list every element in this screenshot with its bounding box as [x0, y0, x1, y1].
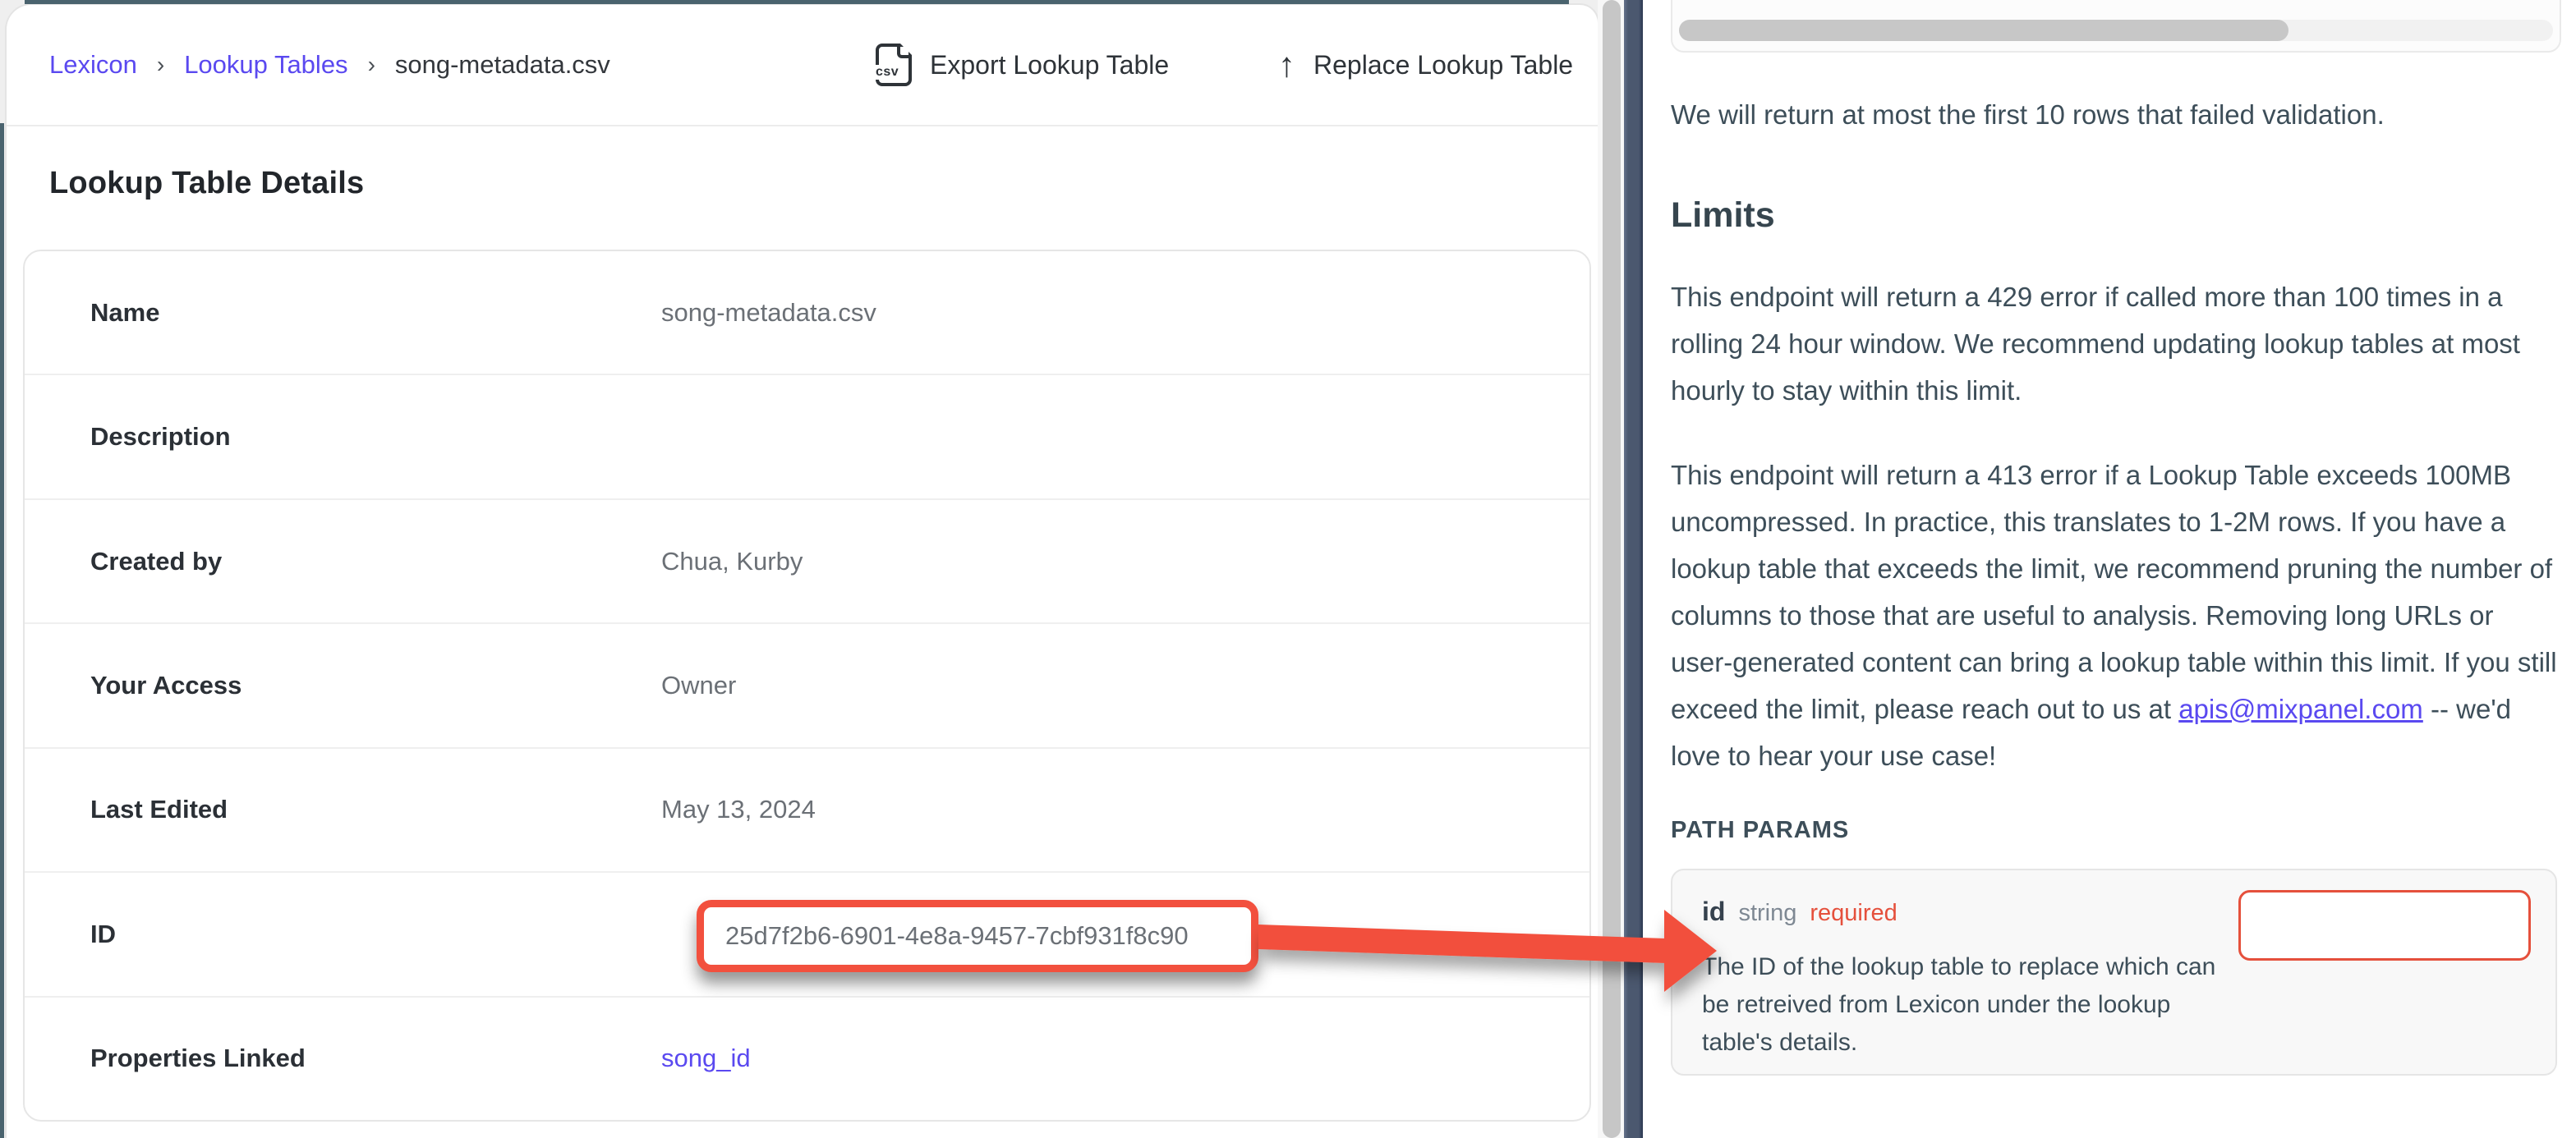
- replace-lookup-table-button[interactable]: ↑ Replace Lookup Table: [1278, 5, 1573, 125]
- breadcrumb-link-lookup-tables[interactable]: Lookup Tables: [184, 50, 347, 80]
- param-description: The ID of the lookup table to replace wh…: [1702, 948, 2228, 1062]
- param-type: string: [1738, 900, 1796, 927]
- table-row-your-access: Your Access Owner: [25, 624, 1589, 748]
- csv-file-icon: csv: [876, 44, 912, 86]
- lookup-table-details-panel: Lexicon › Lookup Tables › song-metadata.…: [0, 0, 1598, 1138]
- row-label: ID: [25, 920, 661, 949]
- horizontal-scrollbar-thumb[interactable]: [1679, 20, 2288, 41]
- breadcrumb: Lexicon › Lookup Tables › song-metadata.…: [49, 5, 610, 125]
- row-value: Owner: [661, 671, 736, 700]
- breadcrumb-link-lexicon[interactable]: Lexicon: [49, 50, 137, 80]
- breadcrumb-separator: ›: [157, 52, 164, 78]
- limits-paragraph-413: This endpoint will return a 413 error if…: [1671, 452, 2560, 779]
- row-value: Chua, Kurby: [661, 547, 803, 576]
- song-id-property-link[interactable]: song_id: [661, 1044, 751, 1073]
- row-label: Last Edited: [25, 795, 661, 824]
- param-required-badge: required: [1810, 900, 1897, 927]
- row-label: Name: [25, 298, 661, 328]
- export-lookup-table-button[interactable]: csv Export Lookup Table: [876, 5, 1169, 125]
- row-label: Your Access: [25, 671, 661, 700]
- api-docs-panel: We will return at most the first 10 rows…: [1643, 0, 2576, 1138]
- docs-content: We will return at most the first 10 rows…: [1671, 95, 2560, 1076]
- code-block-bottom: [1671, 0, 2561, 53]
- id-param-input[interactable]: [2238, 890, 2531, 961]
- table-row-created-by: Created by Chua, Kurby: [25, 500, 1589, 624]
- param-card-id: id string required The ID of the lookup …: [1671, 869, 2557, 1076]
- upload-arrow-icon: ↑: [1278, 48, 1295, 82]
- table-row-properties-linked: Properties Linked song_id: [25, 998, 1589, 1120]
- breadcrumb-current-file: song-metadata.csv: [395, 50, 610, 80]
- details-table: Name song-metadata.csv Description Creat…: [23, 250, 1591, 1122]
- window-edge-divider: [1624, 0, 1643, 1138]
- annotation-id-highlight-box: 25d7f2b6-6901-4e8a-9457-7cbf931f8c90: [697, 900, 1258, 972]
- table-row-description: Description: [25, 375, 1589, 499]
- limits-heading: Limits: [1671, 195, 2560, 236]
- screenshot-root: { "left_panel": { "breadcrumb": { "separ…: [0, 0, 2576, 1138]
- export-button-label: Export Lookup Table: [930, 50, 1169, 80]
- path-params-label: PATH PARAMS: [1671, 817, 2560, 844]
- limits-paragraph-429: This endpoint will return a 429 error if…: [1671, 273, 2560, 414]
- validation-note-text: We will return at most the first 10 rows…: [1671, 95, 2560, 135]
- replace-button-label: Replace Lookup Table: [1313, 50, 1573, 80]
- limits-413-text: This endpoint will return a 413 error if…: [1671, 460, 2557, 724]
- breadcrumb-separator: ›: [368, 52, 375, 78]
- row-label: Properties Linked: [25, 1044, 661, 1073]
- row-label: Created by: [25, 547, 661, 576]
- left-vertical-scrollbar-thumb[interactable]: [1603, 0, 1621, 1138]
- teal-left-edge: [0, 123, 4, 1138]
- table-row-name: Name song-metadata.csv: [25, 251, 1589, 375]
- row-value: May 13, 2024: [661, 795, 816, 824]
- row-value: song-metadata.csv: [661, 298, 876, 328]
- header-bar: Lexicon › Lookup Tables › song-metadata.…: [7, 5, 1598, 126]
- table-row-last-edited: Last Edited May 13, 2024: [25, 749, 1589, 873]
- horizontal-scrollbar-track[interactable]: [1679, 20, 2553, 41]
- row-label: Description: [25, 422, 661, 452]
- mixpanel-email-link[interactable]: apis@mixpanel.com: [2178, 694, 2423, 724]
- param-name: id: [1702, 897, 1725, 927]
- page-title: Lookup Table Details: [49, 166, 364, 201]
- teal-top-edge: [25, 0, 1569, 4]
